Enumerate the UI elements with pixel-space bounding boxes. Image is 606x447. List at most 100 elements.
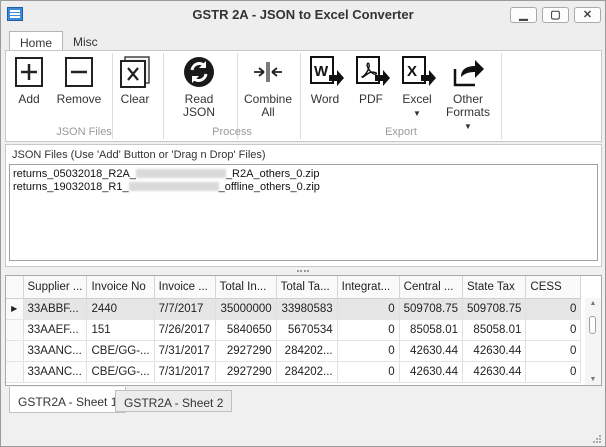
table-cell[interactable]: 2440: [86, 298, 155, 320]
title-bar: GSTR 2A - JSON to Excel Converter ▁ ▢ ✕: [1, 1, 605, 29]
file-name-suffix: _R2A_others_0.zip: [225, 168, 320, 180]
table-cell[interactable]: 85058.01: [462, 319, 527, 341]
scrollbar-thumb[interactable]: [589, 316, 596, 334]
other-formats-label-line2: Formats: [445, 105, 490, 119]
export-other-formats-button[interactable]: Other Formats ▼: [442, 55, 494, 133]
scroll-up-icon[interactable]: ▲: [588, 300, 598, 307]
table-cell[interactable]: CBE/GG-...: [86, 361, 155, 383]
table-cell[interactable]: 42630.44: [399, 361, 464, 383]
vertical-scrollbar[interactable]: ▲ ▼: [585, 298, 601, 385]
column-header[interactable]: State Tax: [462, 276, 527, 299]
table-cell[interactable]: 0: [525, 298, 582, 320]
sheet-tab-1[interactable]: GSTR2A - Sheet 1: [9, 387, 127, 413]
tab-misc[interactable]: Misc: [63, 31, 108, 52]
word-label: Word: [310, 92, 340, 106]
column-header[interactable]: Invoice ...: [154, 276, 216, 299]
maximize-button[interactable]: ▢: [542, 7, 569, 23]
table-cell[interactable]: 151: [86, 319, 155, 341]
table-cell[interactable]: CBE/GG-...: [86, 340, 155, 362]
pdf-label: PDF: [359, 92, 383, 106]
column-header[interactable]: Total Ta...: [276, 276, 338, 299]
table-cell[interactable]: 33AANC...: [23, 361, 88, 383]
table-row[interactable]: 33AAEF... 151 7/26/2017 5840650 5670534 …: [6, 319, 582, 341]
scroll-down-icon[interactable]: ▼: [588, 376, 598, 383]
json-file-list[interactable]: returns_05032018_R2A_ _R2A_others_0.zip r…: [9, 164, 598, 261]
add-button[interactable]: Add: [12, 55, 46, 106]
table-row[interactable]: 33AANC... CBE/GG-... 7/31/2017 2927290 2…: [6, 361, 582, 383]
read-json-button[interactable]: Read JSON: [169, 55, 229, 119]
redacted-gstin: [135, 169, 226, 178]
data-grid[interactable]: Supplier ... Invoice No Invoice ... Tota…: [5, 275, 602, 386]
list-item[interactable]: returns_19032018_R1_ _offline_others_0.zi…: [13, 181, 320, 193]
table-cell[interactable]: 7/31/2017: [154, 361, 216, 383]
table-cell[interactable]: 0: [525, 340, 582, 362]
table-cell[interactable]: 509708.75: [462, 298, 527, 320]
clear-button[interactable]: Clear: [118, 55, 152, 106]
table-cell[interactable]: 35000000: [215, 298, 277, 320]
close-button[interactable]: ✕: [574, 7, 601, 23]
table-row[interactable]: ▶ 33ABBF... 2440 7/7/2017 35000000 33980…: [6, 298, 582, 320]
remove-file-icon: [63, 55, 95, 89]
export-group-label: Export: [385, 126, 417, 138]
excel-label: Excel: [402, 92, 432, 106]
pdf-export-icon: [355, 55, 390, 89]
column-header[interactable]: Total In...: [215, 276, 277, 299]
table-cell[interactable]: 284202...: [276, 340, 338, 362]
splitter-handle[interactable]: [5, 268, 602, 275]
file-name-prefix: returns_05032018_R2A_: [13, 168, 136, 180]
refresh-icon: [183, 55, 215, 89]
table-cell[interactable]: 5840650: [215, 319, 277, 341]
minimize-button[interactable]: ▁: [510, 7, 537, 23]
json-files-panel-title: JSON Files (Use 'Add' Button or 'Drag n …: [12, 149, 266, 161]
table-cell[interactable]: 2927290: [215, 340, 277, 362]
svg-text:X: X: [407, 63, 417, 80]
file-name-suffix: _offline_others_0.zip: [218, 181, 320, 193]
table-cell[interactable]: 7/26/2017: [154, 319, 216, 341]
table-header-row: Supplier ... Invoice No Invoice ... Tota…: [6, 276, 582, 299]
resize-grip-icon[interactable]: [592, 433, 602, 443]
export-word-button[interactable]: W Word: [306, 55, 344, 106]
column-header[interactable]: Supplier ...: [23, 276, 88, 299]
table-row[interactable]: 33AANC... CBE/GG-... 7/31/2017 2927290 2…: [6, 340, 582, 362]
table-cell[interactable]: 85058.01: [399, 319, 464, 341]
table-cell[interactable]: 33AAEF...: [23, 319, 88, 341]
combine-arrows-icon: [252, 55, 284, 89]
export-excel-button[interactable]: X Excel ▼: [398, 55, 436, 120]
column-header[interactable]: Integrat...: [337, 276, 400, 299]
table-cell[interactable]: 509708.75: [399, 298, 464, 320]
table-cell[interactable]: 0: [525, 319, 582, 341]
table-cell[interactable]: 5670534: [276, 319, 338, 341]
sheet-tab-2[interactable]: GSTR2A - Sheet 2: [115, 390, 233, 412]
table-cell[interactable]: 0: [337, 298, 400, 320]
column-header[interactable]: CESS: [525, 276, 582, 299]
table-cell[interactable]: 7/7/2017: [154, 298, 216, 320]
table-cell[interactable]: 0: [337, 340, 400, 362]
add-label: Add: [18, 92, 40, 106]
table-cell[interactable]: 7/31/2017: [154, 340, 216, 362]
ribbon: Add Remove Clear JSON Files Read JSON Co…: [5, 50, 602, 142]
table-cell[interactable]: 33980583: [276, 298, 338, 320]
remove-button[interactable]: Remove: [56, 55, 102, 106]
table-cell[interactable]: 33ABBF...: [23, 298, 88, 320]
table-cell[interactable]: 0: [337, 361, 400, 383]
table-cell[interactable]: 33AANC...: [23, 340, 88, 362]
export-pdf-button[interactable]: PDF: [352, 55, 390, 106]
combine-label-line2: All: [261, 105, 275, 119]
list-item[interactable]: returns_05032018_R2A_ _R2A_others_0.zip: [13, 168, 320, 180]
current-row-indicator-icon: ▶: [6, 298, 24, 320]
json-files-group-label: JSON Files: [56, 126, 112, 138]
table-cell[interactable]: 284202...: [276, 361, 338, 383]
read-json-label: Read JSON: [182, 92, 215, 119]
other-formats-label-line1: Other: [452, 92, 483, 106]
table-cell[interactable]: 0: [337, 319, 400, 341]
chevron-down-icon: ▼: [413, 109, 421, 118]
table-cell[interactable]: 42630.44: [399, 340, 464, 362]
table-cell[interactable]: 42630.44: [462, 340, 527, 362]
column-header[interactable]: Invoice No: [86, 276, 155, 299]
combine-all-button[interactable]: Combine All: [243, 55, 293, 119]
word-export-icon: W: [309, 55, 344, 89]
table-cell[interactable]: 42630.44: [462, 361, 527, 383]
table-cell[interactable]: 2927290: [215, 361, 277, 383]
column-header[interactable]: Central ...: [399, 276, 464, 299]
table-cell[interactable]: 0: [525, 361, 582, 383]
